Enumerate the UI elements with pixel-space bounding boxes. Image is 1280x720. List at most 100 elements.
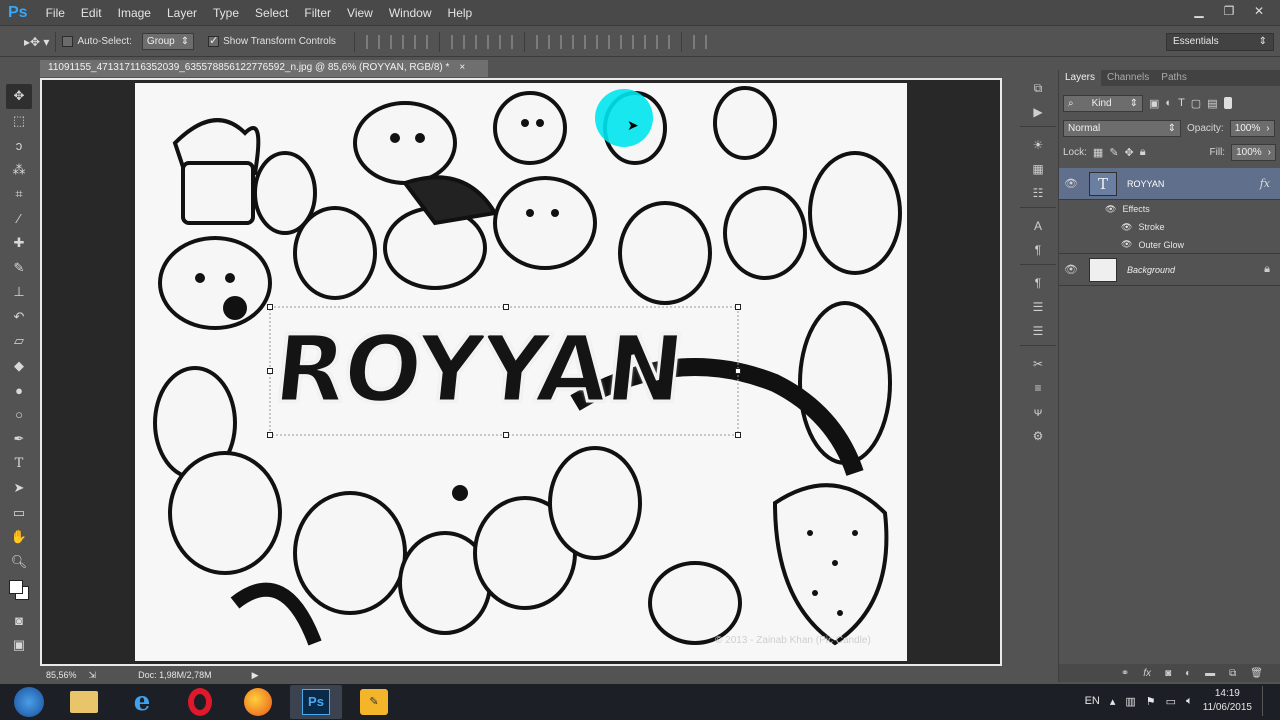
visibility-eye-icon[interactable]: 👁︎ [1105, 204, 1116, 215]
menu-view[interactable]: View [339, 0, 381, 26]
document-tab[interactable]: 11091155_471317116352039_635578856122776… [40, 60, 488, 77]
lasso-tool-icon[interactable]: ↄ [6, 133, 32, 158]
foreground-color-swatch[interactable] [9, 580, 23, 594]
marquee-tool-icon[interactable]: ⬚ [6, 109, 32, 134]
transform-handle-tc[interactable] [503, 304, 509, 310]
battery-icon[interactable]: ▭ [1166, 695, 1176, 708]
restore-icon[interactable]: ❐ [1216, 2, 1242, 20]
lock-all-icon[interactable]: 🔒︎ [1140, 146, 1146, 159]
align-top-icon[interactable] [365, 34, 380, 49]
filter-adjustment-icon[interactable]: ◐ [1165, 97, 1172, 109]
show-transform-checkbox[interactable] [208, 34, 220, 47]
dodge-tool-icon[interactable]: ○ [6, 403, 32, 428]
distribute-hcenter-icon[interactable] [631, 34, 646, 49]
new-group-icon[interactable]: ▬ [1205, 668, 1215, 679]
new-layer-icon[interactable]: ⧉ [1229, 668, 1236, 679]
close-tab-icon[interactable]: × [459, 62, 465, 75]
effect-outer-glow-row[interactable]: 👁︎ Outer Glow [1059, 236, 1280, 254]
status-menu-arrow-icon[interactable]: ▶ [252, 670, 259, 681]
menu-layer[interactable]: Layer [159, 0, 205, 26]
auto-select-checkbox[interactable] [62, 36, 74, 47]
effect-stroke-row[interactable]: 👁︎ Stroke [1059, 218, 1280, 236]
distribute-left-icon[interactable] [607, 34, 622, 49]
zoom-tool-icon[interactable]: 🔍︎ [6, 550, 32, 575]
distribute-top-icon[interactable] [535, 34, 550, 49]
blend-mode-dropdown[interactable]: Normal ⇕ [1063, 119, 1181, 137]
file-explorer-icon[interactable] [58, 685, 110, 719]
clock[interactable]: 14:19 11/06/2015 [1203, 687, 1252, 715]
transform-handle-tr[interactable] [735, 304, 741, 310]
blur-tool-icon[interactable]: ● [6, 378, 32, 403]
auto-select-target-dropdown[interactable]: Group ⇕ [141, 33, 195, 50]
notes-panel-icon[interactable]: ☰ [1023, 321, 1053, 341]
new-adjustment-icon[interactable]: ◐ [1185, 668, 1191, 679]
lock-transparent-icon[interactable]: ▦ [1093, 146, 1103, 159]
add-style-icon[interactable]: fx [1143, 668, 1151, 679]
zoom-level[interactable]: 85,56% [46, 670, 77, 680]
minimize-icon[interactable]: ▁ [1186, 2, 1212, 20]
distribute-vcenter-icon[interactable] [559, 34, 574, 49]
lock-position-icon[interactable]: ✥ [1125, 146, 1134, 159]
language-indicator[interactable]: EN [1085, 695, 1100, 707]
tab-channels[interactable]: Channels [1101, 70, 1155, 86]
move-tool-icon[interactable]: ✥ [6, 84, 32, 109]
fill-field[interactable]: 100% › [1231, 143, 1276, 161]
brush-panel-icon[interactable]: ᴪ [1023, 402, 1053, 422]
paint-bucket-tool-icon[interactable]: ◆ [6, 354, 32, 379]
visibility-eye-icon[interactable]: 👁︎ [1059, 177, 1083, 190]
transform-handle-bc[interactable] [503, 432, 509, 438]
add-mask-icon[interactable]: ◙ [1165, 668, 1171, 679]
path-selection-tool-icon[interactable]: ➤ [6, 476, 32, 501]
paragraph-styles-icon[interactable]: ☰ [1023, 297, 1053, 317]
menu-file[interactable]: File [38, 0, 73, 26]
actions-panel-icon[interactable]: ▶ [1023, 102, 1053, 122]
clone-source-icon[interactable]: ⚙ [1023, 426, 1053, 446]
visibility-eye-icon[interactable]: 👁︎ [1059, 263, 1083, 276]
delete-layer-icon[interactable]: 🗑︎ [1250, 668, 1263, 679]
align-left-icon[interactable] [450, 34, 465, 49]
distribute-right-icon[interactable] [655, 34, 670, 49]
history-panel-icon[interactable]: ⧉ [1023, 78, 1053, 98]
visibility-eye-icon[interactable]: 👁︎ [1121, 222, 1132, 233]
volume-icon[interactable]: 🔈︎ [1186, 695, 1193, 708]
close-icon[interactable]: ✕ [1246, 2, 1272, 20]
flag-icon[interactable]: ⚑ [1146, 695, 1156, 708]
layer-row-royyan[interactable]: 👁︎ T ROYYAN fx [1059, 168, 1280, 200]
export-icon[interactable]: ⇲ [89, 670, 97, 681]
pen-tool-icon[interactable]: ✒ [6, 427, 32, 452]
menu-select[interactable]: Select [247, 0, 296, 26]
align-right-icon[interactable] [498, 34, 513, 49]
quick-mask-icon[interactable]: ◙ [6, 608, 32, 633]
crop-tool-icon[interactable]: ⌗ [6, 182, 32, 207]
layer-row-background[interactable]: 👁︎ Background 🔒︎ [1059, 254, 1280, 286]
opera-icon[interactable] [174, 685, 226, 719]
network-icon[interactable]: ▥ [1125, 695, 1135, 708]
clone-stamp-tool-icon[interactable]: ⊥ [6, 280, 32, 305]
canvas[interactable]: ROYYAN ➤ © 2013 - Zainab Khan (Pic Candl… [135, 83, 907, 661]
styles-panel-icon[interactable]: ▦ [1023, 159, 1053, 179]
menu-edit[interactable]: Edit [73, 0, 110, 26]
layer-effects-icon[interactable]: fx [1260, 177, 1270, 190]
distribute-bottom-icon[interactable] [583, 34, 598, 49]
rectangle-tool-icon[interactable]: ▭ [6, 501, 32, 526]
quick-select-tool-icon[interactable]: ⁂ [6, 158, 32, 183]
tab-layers[interactable]: Layers [1059, 70, 1102, 86]
transform-handle-tl[interactable] [267, 304, 273, 310]
tool-presets-icon[interactable]: ✂ [1023, 354, 1053, 374]
transform-handle-mr[interactable] [735, 368, 741, 374]
menu-image[interactable]: Image [110, 0, 159, 26]
opacity-field[interactable]: 100% › [1229, 119, 1275, 137]
show-hidden-icons-icon[interactable]: ▴ [1110, 695, 1116, 708]
start-button[interactable] [6, 685, 52, 719]
internet-explorer-icon[interactable]: e [116, 685, 168, 719]
effects-row[interactable]: 👁︎ Effects [1059, 200, 1280, 218]
layer-name[interactable]: Background [1127, 265, 1175, 275]
history-brush-tool-icon[interactable]: ↶ [6, 305, 32, 330]
align-hcenter-icon[interactable] [474, 34, 489, 49]
firefox-icon[interactable] [232, 685, 284, 719]
align-bottom-icon[interactable] [413, 34, 428, 49]
menu-filter[interactable]: Filter [296, 0, 339, 26]
menu-help[interactable]: Help [440, 0, 481, 26]
tab-paths[interactable]: Paths [1155, 70, 1193, 86]
color-swatches[interactable] [6, 574, 32, 608]
